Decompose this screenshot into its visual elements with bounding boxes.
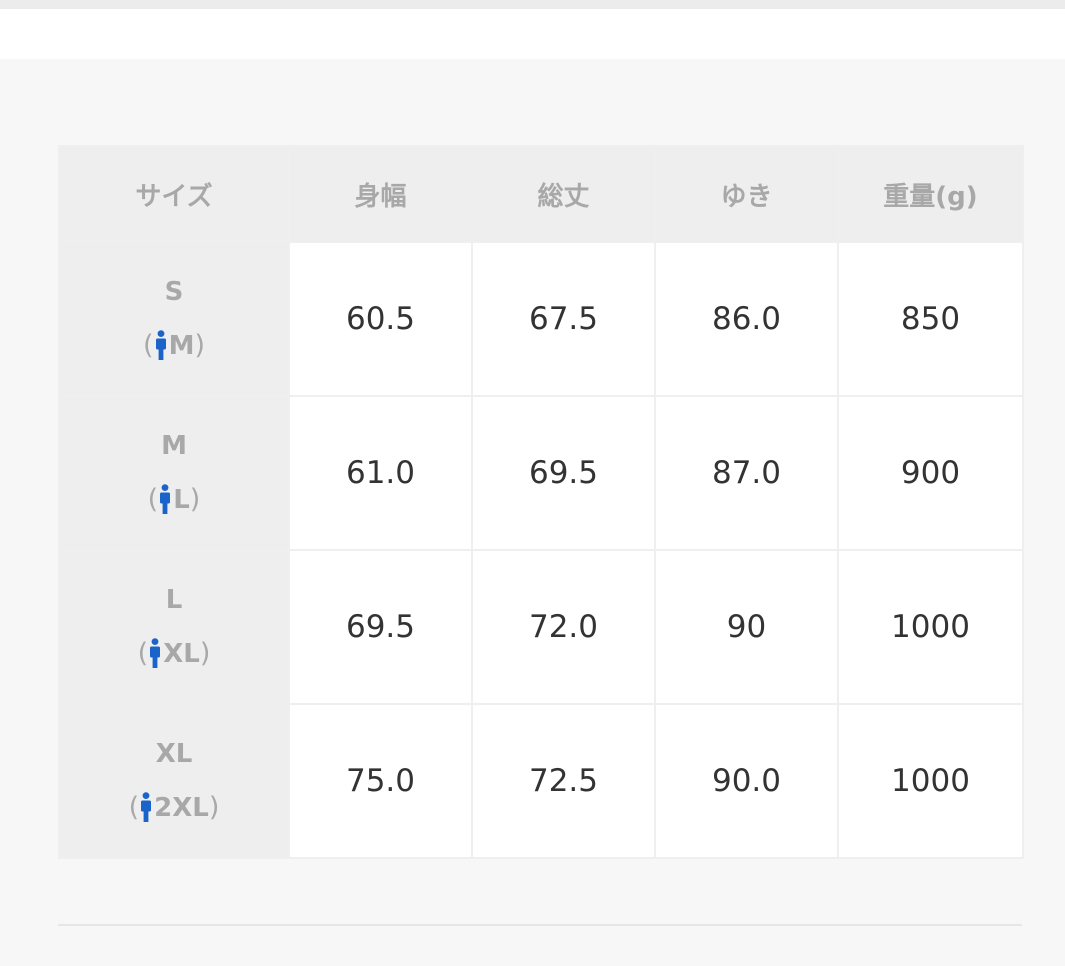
- header-size: サイズ: [58, 145, 290, 243]
- sleeve-length-value: 86.0: [654, 241, 839, 397]
- person-icon: [150, 638, 161, 668]
- chest-width-value: 60.5: [288, 241, 473, 397]
- size-chart-header: サイズ 身幅 総丈 ゆき 重量(g): [58, 145, 1024, 243]
- fit-size-indicator: ( M): [60, 319, 288, 373]
- size-name: XL: [155, 739, 193, 769]
- fit-size-label: M: [168, 331, 195, 361]
- weight-value: 1000: [837, 703, 1024, 859]
- table-row: S ( M) 60.5 67.5 86.0 850: [58, 241, 1024, 397]
- paren-close: ): [189, 484, 201, 515]
- paren-open: (: [147, 484, 159, 515]
- paren-open: (: [137, 638, 149, 669]
- paren-close: ): [208, 792, 220, 823]
- header-weight: 重量(g): [837, 145, 1024, 243]
- fit-size-label: L: [173, 485, 190, 515]
- size-name: L: [165, 585, 183, 615]
- total-length-value: 72.5: [471, 703, 656, 859]
- paren-close: ): [194, 330, 205, 361]
- header-sleeve-length: ゆき: [654, 145, 839, 243]
- fit-size-label: XL: [163, 639, 200, 669]
- sleeve-length-value: 90: [654, 549, 839, 705]
- total-length-value: 67.5: [471, 241, 656, 397]
- size-label-cell: XL (2XL): [58, 703, 290, 859]
- sleeve-length-value: 87.0: [654, 395, 839, 551]
- size-chart-body: S (M) 60.5 67.5 86.0 850 M (L) 61.0 69.5…: [58, 241, 1024, 859]
- table-row: L ( XL) 69.5 72.0 90 1000: [58, 549, 1024, 705]
- bottom-divider: [58, 924, 1022, 926]
- header-chest-width: 身幅: [288, 145, 473, 243]
- weight-value: 850: [837, 241, 1024, 397]
- paren-open: (: [143, 330, 154, 361]
- size-label-cell: S ( M): [58, 241, 290, 397]
- chest-width-value: 75.0: [288, 703, 473, 859]
- sleeve-length-value: 90.0: [654, 703, 839, 859]
- chest-width-value: 61.0: [288, 395, 473, 551]
- total-length-value: 69.5: [471, 395, 656, 551]
- size-name: M: [161, 431, 187, 461]
- person-icon: [155, 330, 166, 360]
- table-row: M ( L) 61.0 69.5 87.0 900: [58, 395, 1024, 551]
- table-row: XL (2XL) 75.0 72.5 90.0 1000: [58, 703, 1024, 859]
- fit-size-indicator: ( XL): [60, 627, 288, 681]
- paren-close: ): [199, 638, 211, 669]
- header-total-length: 総丈: [471, 145, 656, 243]
- weight-value: 1000: [837, 549, 1024, 705]
- person-icon: [160, 484, 171, 514]
- header-band: [0, 9, 1065, 59]
- top-divider-strip: [0, 0, 1065, 9]
- fit-size-indicator: ( L): [60, 473, 288, 527]
- size-name: S: [164, 277, 184, 307]
- size-label-cell: L ( XL): [58, 549, 290, 705]
- fit-size-indicator: (2XL): [60, 781, 288, 835]
- header-row: サイズ 身幅 総丈 ゆき 重量(g): [58, 145, 1024, 243]
- paren-open: (: [128, 792, 140, 823]
- size-chart-table: サイズ 身幅 総丈 ゆき 重量(g) S ( M) 60.5 67.5 86.0 …: [58, 145, 1024, 859]
- size-label-cell: M ( L): [58, 395, 290, 551]
- total-length-value: 72.0: [471, 549, 656, 705]
- weight-value: 900: [837, 395, 1024, 551]
- chest-width-value: 69.5: [288, 549, 473, 705]
- fit-size-label: 2XL: [154, 793, 209, 823]
- person-icon: [141, 792, 152, 822]
